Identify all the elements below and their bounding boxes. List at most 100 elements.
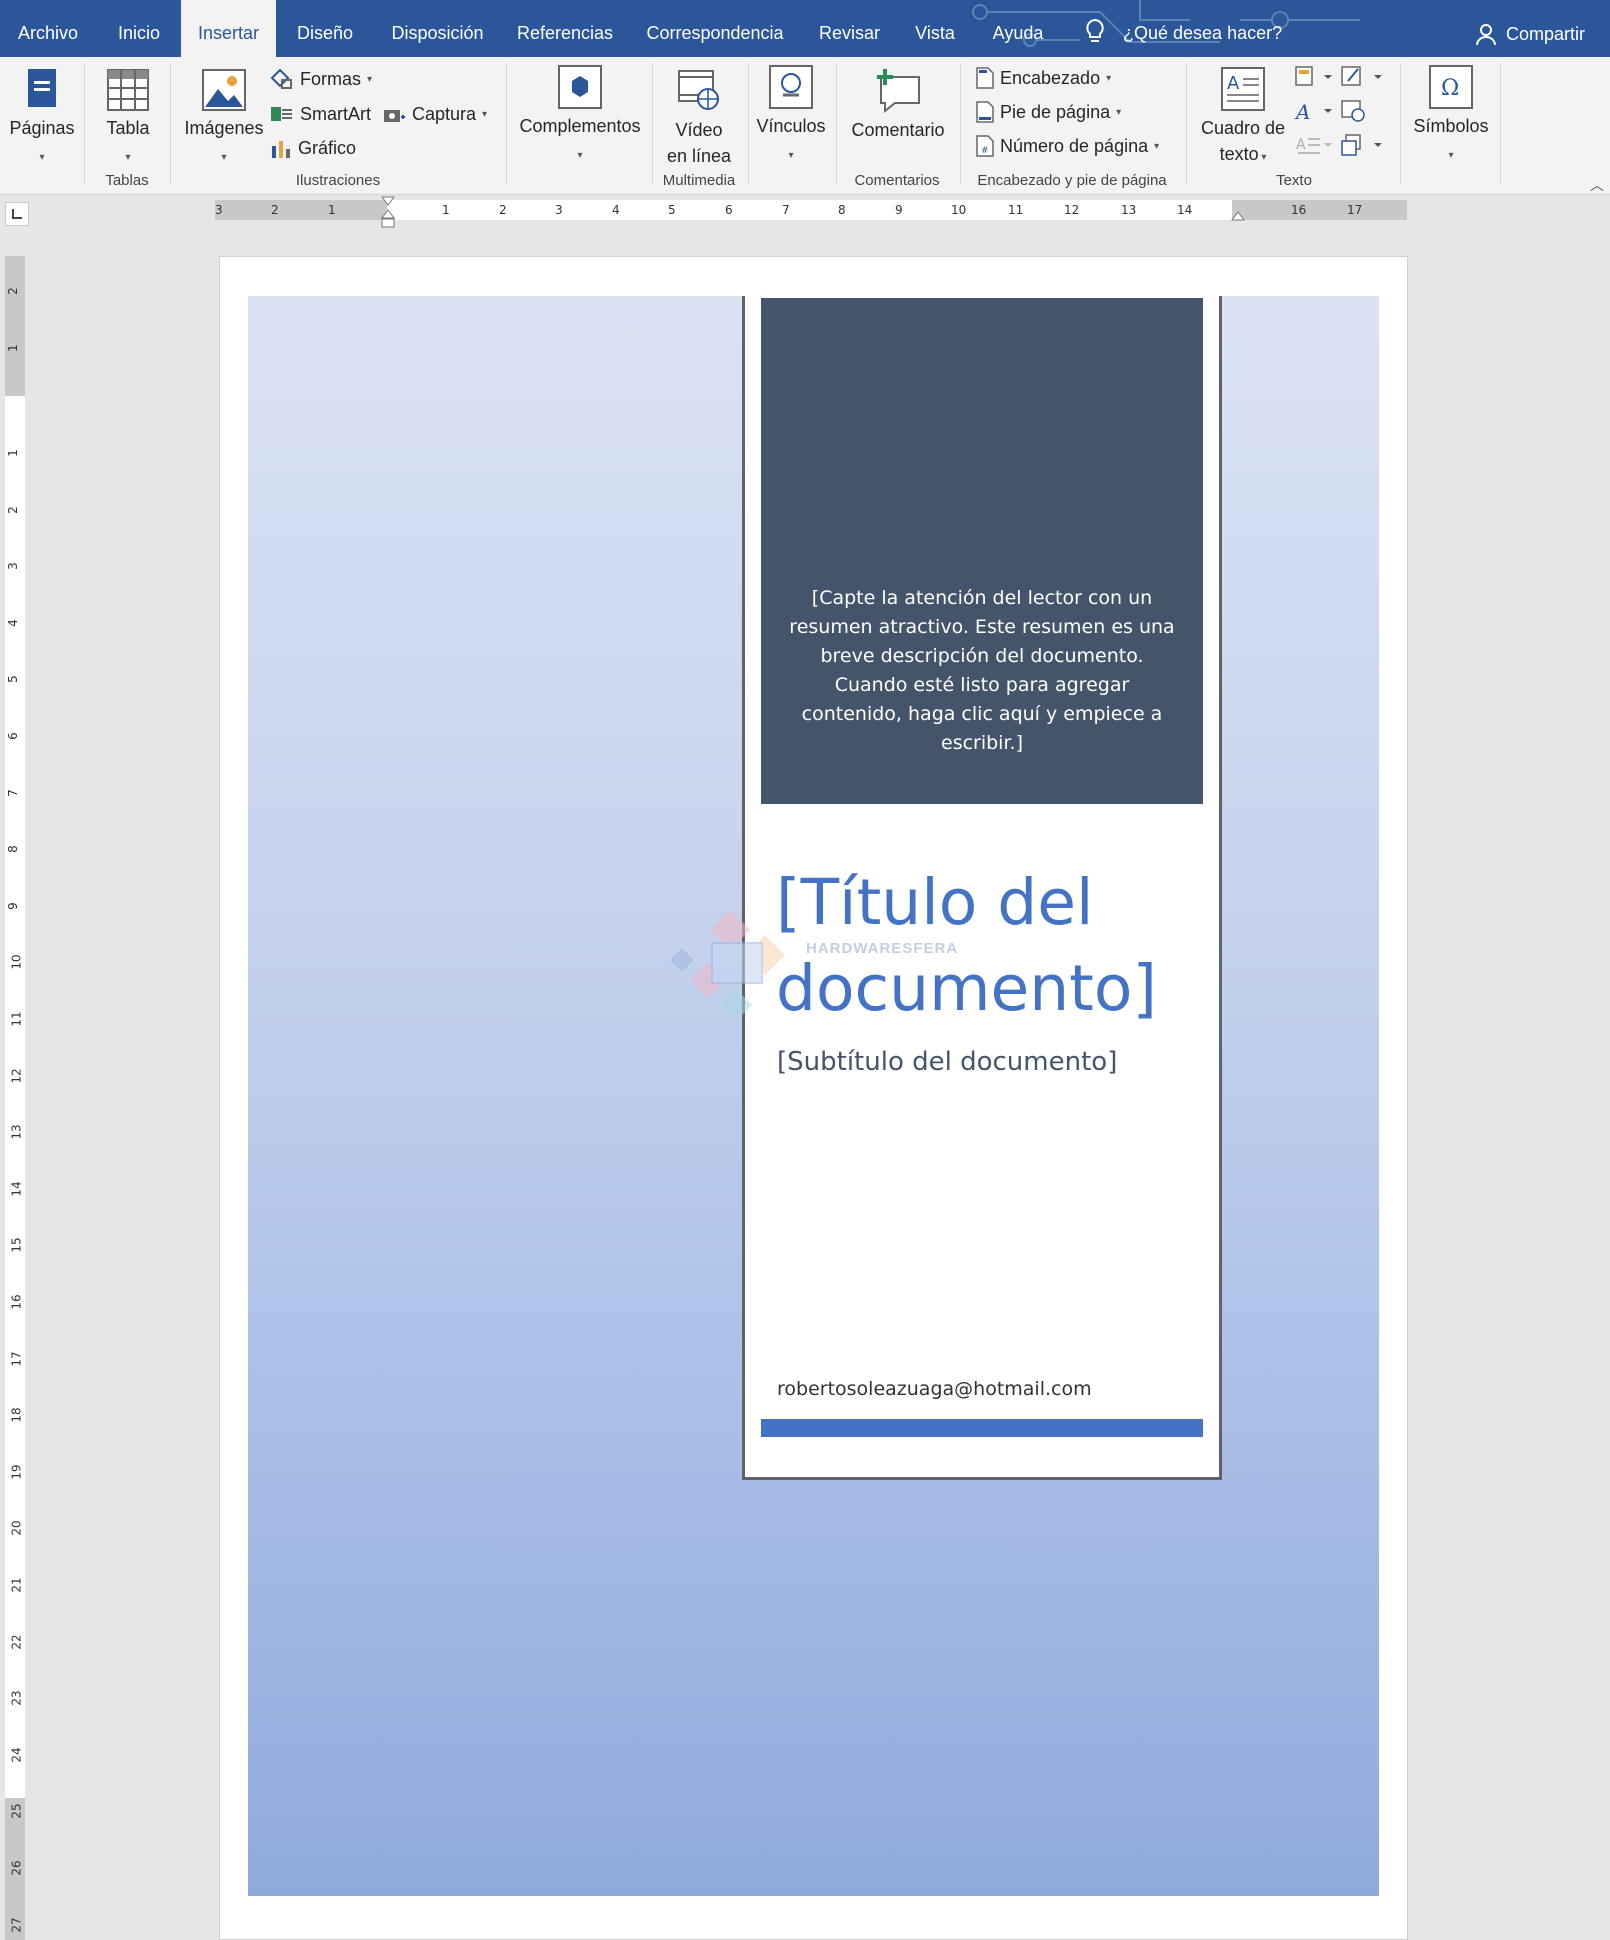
- ruler-number: 8: [5, 845, 20, 854]
- chevron-down-icon: ▾: [221, 152, 227, 163]
- table-button[interactable]: Tabla ▾: [96, 69, 160, 171]
- shapes-button[interactable]: Formas ▾: [270, 65, 372, 93]
- ruler-number: 2: [271, 203, 279, 217]
- smartart-label: SmartArt: [300, 103, 372, 124]
- pictures-button[interactable]: Imágenes ▾: [182, 69, 266, 171]
- right-indent-marker[interactable]: [1231, 210, 1245, 224]
- ruler-number: 15: [9, 1237, 24, 1254]
- group-label-encabezado-pie: Encabezado y pie de página: [977, 172, 1167, 189]
- textbox-label-1: Cuadro de: [1200, 118, 1286, 138]
- ruler-number: 3: [5, 562, 20, 571]
- ruler-number: 19: [9, 1464, 24, 1480]
- ruler-number: 2: [5, 287, 20, 295]
- object-icon[interactable]: [1340, 133, 1384, 157]
- group-label-ilustraciones: Ilustraciones: [295, 172, 381, 189]
- drop-cap-icon[interactable]: A: [1294, 133, 1334, 157]
- indent-marker[interactable]: [381, 196, 395, 230]
- online-video-button[interactable]: Vídeo en línea: [660, 69, 738, 169]
- divider: [652, 63, 653, 185]
- links-button[interactable]: Vínculos ▾: [754, 65, 828, 169]
- vertical-ruler[interactable]: 2 1 1 2 3 4 5 6 7 8 9 10 11 12 13 14 15 16 17 18 19 20 21 22 23 2…: [5, 256, 25, 1940]
- tab-vista[interactable]: Vista: [905, 0, 965, 57]
- ruler-number: 24: [9, 1747, 24, 1763]
- link-icon: [769, 65, 813, 109]
- ruler-number: 6: [725, 203, 733, 217]
- divider: [1500, 63, 1501, 185]
- pages-button[interactable]: Páginas ▾: [8, 67, 76, 171]
- svg-text:A: A: [1296, 137, 1306, 153]
- group-label-tablas: Tablas: [105, 172, 149, 189]
- tab-insertar[interactable]: Insertar: [181, 0, 276, 57]
- screenshot-label: Captura: [412, 103, 477, 124]
- date-time-icon[interactable]: [1340, 99, 1370, 123]
- quick-parts-icon[interactable]: [1294, 65, 1334, 89]
- tab-diseno[interactable]: Diseño: [286, 0, 364, 57]
- chart-button[interactable]: Gráfico: [270, 134, 356, 162]
- comment-button[interactable]: Comentario: [846, 67, 950, 143]
- document-title[interactable]: [Título del documento]: [776, 860, 1206, 1032]
- author-email[interactable]: robertosoleazuaga@hotmail.com: [777, 1378, 1092, 1400]
- ruler-number: 12: [9, 1067, 24, 1084]
- pages-icon: [28, 69, 56, 107]
- camera-icon: [384, 110, 405, 122]
- collapse-ribbon-icon[interactable]: ︿: [1590, 175, 1604, 195]
- symbols-button[interactable]: Ω Símbolos ▾: [1406, 65, 1496, 169]
- links-label: Vínculos: [756, 116, 826, 136]
- omega-icon: Ω: [1429, 65, 1473, 109]
- textbox-button[interactable]: A Cuadro de texto ▾: [1196, 67, 1290, 171]
- chevron-down-icon: ▾: [788, 150, 794, 161]
- page-number-icon: #: [976, 135, 994, 157]
- comment-label: Comentario: [851, 120, 945, 140]
- screenshot-button[interactable]: Captura ▾: [382, 100, 487, 128]
- ruler-number: 11: [9, 1011, 24, 1027]
- tab-inicio[interactable]: Inicio: [104, 0, 174, 57]
- ruler-number: 7: [5, 788, 20, 797]
- ruler-number: 5: [668, 203, 676, 217]
- page-number-button[interactable]: # Número de página ▾: [976, 132, 1159, 160]
- ruler-number: 10: [951, 203, 967, 217]
- chart-icon: [272, 141, 290, 158]
- header-label: Encabezado: [1000, 67, 1101, 88]
- ruler-number: 2: [499, 203, 507, 217]
- picture-icon: [202, 69, 246, 111]
- header-button[interactable]: Encabezado ▾: [976, 64, 1111, 92]
- table-label: Tabla: [106, 118, 150, 138]
- tab-ayuda[interactable]: Ayuda: [982, 0, 1054, 57]
- ruler-number: 7: [782, 203, 790, 217]
- tab-archivo[interactable]: Archivo: [8, 0, 88, 57]
- divider: [1400, 63, 1401, 185]
- chevron-down-icon: ▾: [39, 152, 45, 163]
- abstract-text[interactable]: [Capte la atención del lector con un res…: [786, 584, 1178, 758]
- lightbulb-icon[interactable]: [1084, 18, 1106, 44]
- document-subtitle[interactable]: [Subtítulo del documento]: [777, 1047, 1117, 1077]
- online-video-label-1: Vídeo: [675, 120, 723, 140]
- tab-correspondencia[interactable]: Correspondencia: [640, 0, 790, 57]
- tab-disposicion[interactable]: Disposición: [380, 0, 495, 57]
- wordart-icon[interactable]: A: [1294, 99, 1334, 123]
- ruler-number: 14: [1177, 203, 1193, 217]
- signature-line-icon[interactable]: [1340, 65, 1384, 89]
- ruler-number: 13: [9, 1124, 24, 1140]
- divider: [506, 63, 507, 185]
- footer-label: Pie de página: [1000, 101, 1111, 122]
- textbox-icon: A: [1221, 67, 1265, 111]
- menu-bar: Archivo Inicio Insertar Diseño Disposici…: [0, 0, 1610, 57]
- accent-bar: [761, 1419, 1203, 1437]
- tab-referencias[interactable]: Referencias: [510, 0, 620, 57]
- tab-revisar[interactable]: Revisar: [812, 0, 887, 57]
- tab-selector[interactable]: [5, 202, 29, 226]
- group-label-texto: Texto: [1276, 172, 1312, 189]
- shapes-icon: [270, 68, 292, 89]
- divider: [1186, 63, 1187, 185]
- page-number-label: Número de página: [1000, 135, 1149, 156]
- addins-button[interactable]: Complementos ▾: [516, 65, 644, 169]
- footer-button[interactable]: Pie de página ▾: [976, 98, 1121, 126]
- divider: [170, 63, 171, 185]
- ruler-number: 16: [9, 1294, 24, 1310]
- comment-icon: [877, 69, 920, 113]
- group-label-multimedia: Multimedia: [662, 172, 736, 189]
- video-icon: [678, 70, 719, 110]
- smartart-button[interactable]: SmartArt: [270, 100, 371, 128]
- ruler-number: 11: [1008, 203, 1024, 217]
- divider: [960, 63, 961, 185]
